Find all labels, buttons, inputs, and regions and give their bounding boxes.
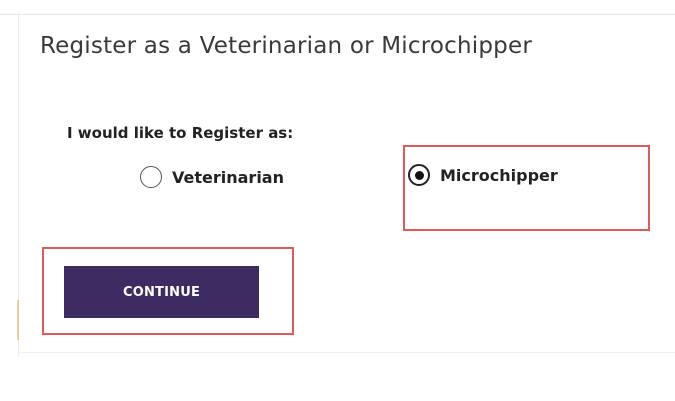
highlight-box-microchipper	[403, 145, 650, 231]
radio-option-veterinarian[interactable]: Veterinarian	[140, 166, 284, 188]
top-divider	[0, 14, 675, 15]
left-accent-bar	[17, 300, 19, 340]
continue-button[interactable]: CONTINUE	[64, 266, 259, 318]
page-title: Register as a Veterinarian or Microchipp…	[40, 33, 532, 59]
radio-button-microchipper[interactable]	[408, 164, 430, 186]
register-as-label: I would like to Register as:	[67, 124, 294, 142]
radio-label-microchipper[interactable]: Microchipper	[440, 166, 558, 185]
bottom-divider	[18, 352, 675, 353]
registration-panel: Register as a Veterinarian or Microchipp…	[0, 0, 675, 401]
radio-option-microchipper[interactable]: Microchipper	[408, 164, 558, 186]
radio-button-veterinarian[interactable]	[140, 166, 162, 188]
radio-label-veterinarian[interactable]: Veterinarian	[172, 168, 284, 187]
